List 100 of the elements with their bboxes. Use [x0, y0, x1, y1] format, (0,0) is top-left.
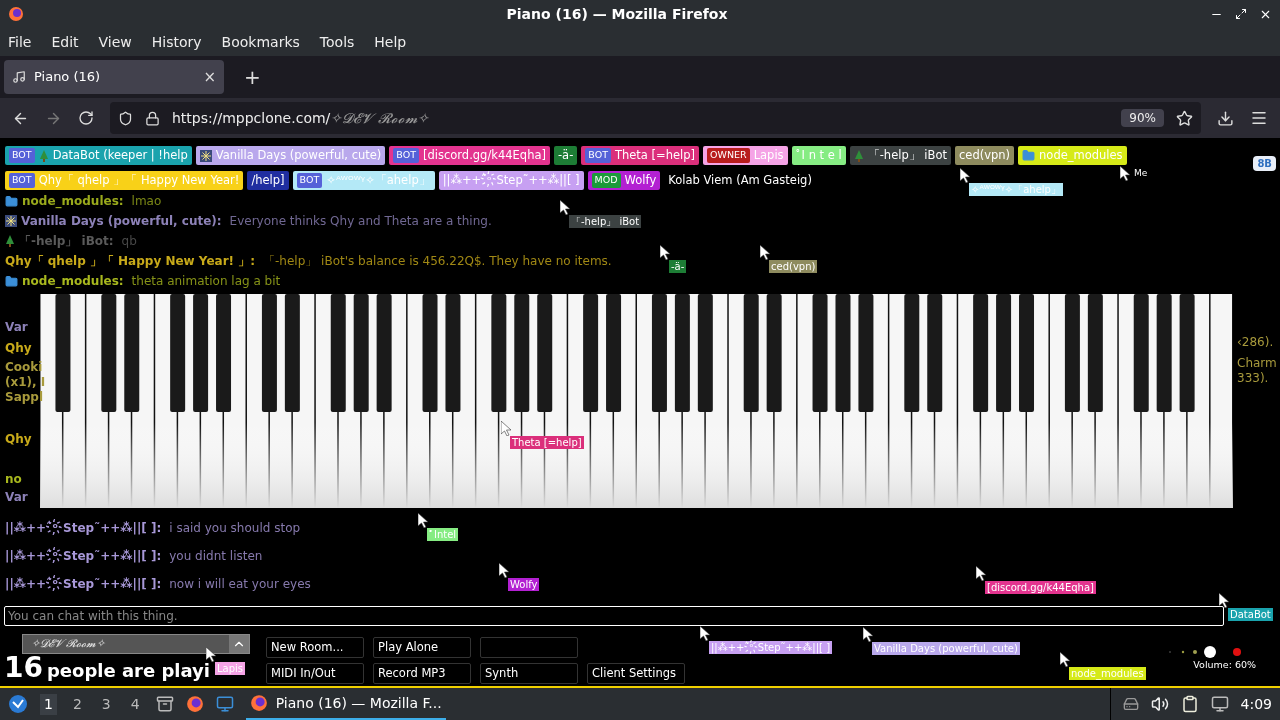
piano-keyboard[interactable]	[40, 294, 1233, 508]
chat-message: qb	[121, 233, 137, 250]
url-text[interactable]: https://mppclone.com/✧𝓓𝓔𝓥 𝓡𝓸𝓸𝓶✧	[172, 107, 1110, 129]
user-role-badge: BOT	[9, 173, 35, 188]
user-tag[interactable]: BOT Theta [=help]	[581, 146, 700, 165]
user-tag[interactable]: BOT DataBot (keeper | !help	[5, 146, 192, 165]
menu-item[interactable]: Bookmarks	[221, 31, 300, 53]
room-name: ✧𝓓𝓔𝓥 𝓡𝓸𝓸𝓶✧	[30, 635, 107, 652]
user-name: -ä-	[557, 146, 574, 164]
start-menu-icon[interactable]	[8, 694, 28, 714]
chat-fragment: Qhy	[5, 340, 32, 357]
user-tag[interactable]: MOD Wolfy	[587, 171, 661, 190]
user-role-badge: BOT	[9, 148, 35, 163]
user-name: 「-help」 iBot	[867, 146, 947, 164]
user-name: ✧ᴬᵂᴼᵂᵞ✧「ahelp」	[326, 171, 431, 189]
close-tab-button[interactable]: ×	[203, 65, 216, 89]
cursor-icon	[1219, 593, 1230, 608]
chat-input[interactable]: You can chat with this thing.	[4, 606, 1224, 626]
chat-username: 「-help」 iBot:	[19, 233, 114, 250]
firework-icon	[5, 215, 17, 227]
user-name: [discord.gg/k44Eqha]	[423, 146, 546, 164]
user-role-badge: MOD	[591, 173, 621, 188]
workspace-button[interactable]: 3	[97, 693, 115, 715]
chat-message: now i will eat your eyes	[169, 576, 311, 593]
cursor-label: Theta [=help]	[510, 436, 584, 449]
cursor-label: 「-help」 iBot	[569, 215, 642, 228]
drive-icon[interactable]	[1122, 696, 1139, 712]
user-name: ﾟI n t e l	[795, 146, 842, 164]
chat-fragment: Var	[5, 489, 28, 506]
tab-title: Piano (16)	[34, 68, 102, 87]
cursor-label: Vanilla Days (powerful, cute)	[872, 642, 1020, 655]
user-name: Theta [=help]	[614, 146, 696, 164]
browser-tab[interactable]: Piano (16) ×	[4, 60, 224, 94]
user-tag[interactable]: ced(vpn)	[955, 146, 1015, 165]
zoom-level[interactable]: 90%	[1121, 109, 1164, 127]
workspace-button[interactable]: 4	[126, 693, 144, 715]
desktop-icon[interactable]	[215, 695, 234, 713]
user-role-badge: BOT	[393, 148, 419, 163]
folder-icon	[5, 194, 18, 208]
clock[interactable]: 4:09	[1240, 693, 1272, 715]
folder-icon	[5, 274, 18, 288]
workspace-button[interactable]: 1	[40, 693, 57, 715]
cursor-icon	[1120, 166, 1131, 181]
chat-username: ||⁂++˜ᵒ҉Step˜++⁂||[ ]:	[5, 519, 162, 537]
user-tag[interactable]: /help]	[247, 171, 289, 190]
control-button[interactable]: Client Settings	[587, 663, 685, 684]
control-button[interactable]: Record MP3	[373, 663, 471, 684]
download-icon[interactable]	[1217, 109, 1234, 127]
menu-item[interactable]: History	[151, 31, 202, 53]
player-count-label: people are playi	[46, 659, 210, 683]
user-tag[interactable]: -ä-	[553, 146, 578, 165]
firework-icon	[199, 149, 212, 162]
menu-item[interactable]: File	[8, 31, 32, 53]
room-select[interactable]: ✧𝓓𝓔𝓥 𝓡𝓸𝓸𝓶✧	[22, 634, 250, 654]
user-name: DataBot (keeper | !help	[52, 146, 188, 164]
menu-item[interactable]: Help	[374, 31, 407, 53]
control-button[interactable]: Play Alone	[373, 637, 471, 658]
control-button[interactable]: Synth	[480, 663, 578, 684]
user-tag[interactable]: 「-help」 iBot	[849, 146, 951, 165]
chat-fragment: 333).	[1237, 370, 1269, 387]
cursor-label: Wolfy	[508, 578, 540, 591]
user-tag[interactable]: OWNER Lapis	[703, 146, 788, 165]
maximize-icon[interactable]	[1235, 7, 1247, 20]
user-tag[interactable]: BOT Qhy「 qhelp 」「 Happy New Year!	[5, 171, 244, 190]
chat-username: Qhy「 qhelp 」「 Happy New Year! 」:	[5, 253, 256, 270]
user-role-badge: BOT	[296, 173, 323, 188]
menu-icon[interactable]	[1250, 109, 1268, 127]
layout-toggle-button[interactable]: 8B	[1253, 156, 1276, 171]
cursor-icon	[660, 245, 671, 260]
chat-fragment: ‹286).	[1237, 334, 1274, 351]
file-cabinet-icon[interactable]	[155, 695, 174, 713]
taskbar-task[interactable]: Piano (16) — Mozilla F...	[245, 688, 446, 720]
clipboard-icon[interactable]	[1180, 695, 1199, 713]
volume-label: Volume: 60%	[1193, 658, 1256, 672]
menu-item[interactable]: Tools	[319, 31, 355, 53]
cursor-label: ||⁂++˜ᵒ҉Step˜++⁂||[ ]	[709, 641, 833, 654]
cursor-icon	[499, 563, 510, 578]
new-tab-button[interactable]: +	[236, 62, 269, 92]
tree-icon	[5, 235, 15, 247]
reload-icon[interactable]	[78, 110, 94, 126]
user-name: Wolfy	[624, 171, 657, 189]
user-tag[interactable]: BOT [discord.gg/k44Eqha]	[389, 146, 550, 165]
bookmark-star-icon[interactable]	[1176, 109, 1193, 127]
shield-icon[interactable]	[118, 110, 133, 126]
cursor-label: Lapis	[215, 662, 246, 675]
browser-logo-icon[interactable]	[185, 695, 204, 713]
chat-fragment: Var	[5, 319, 28, 336]
cursor-icon	[1060, 652, 1071, 667]
chat-username: ||⁂++˜ᵒ҉Step˜++⁂||[ ]:	[5, 575, 162, 593]
lock-icon[interactable]	[145, 110, 160, 126]
volume-icon[interactable]	[1150, 695, 1169, 713]
user-tag[interactable]: BOT ✧ᴬᵂᴼᵂᵞ✧「ahelp」	[292, 171, 435, 190]
chat-message: you didnt listen	[169, 548, 263, 565]
control-button[interactable]: MIDI In/Out	[266, 663, 364, 684]
control-button[interactable]: New Room...	[266, 637, 364, 658]
player-count: 16	[4, 652, 43, 684]
workspace-button[interactable]: 2	[68, 693, 86, 715]
menu-item[interactable]: Edit	[51, 31, 79, 53]
menu-item[interactable]: View	[98, 31, 132, 53]
cursor-label: ced(vpn)	[769, 260, 818, 273]
